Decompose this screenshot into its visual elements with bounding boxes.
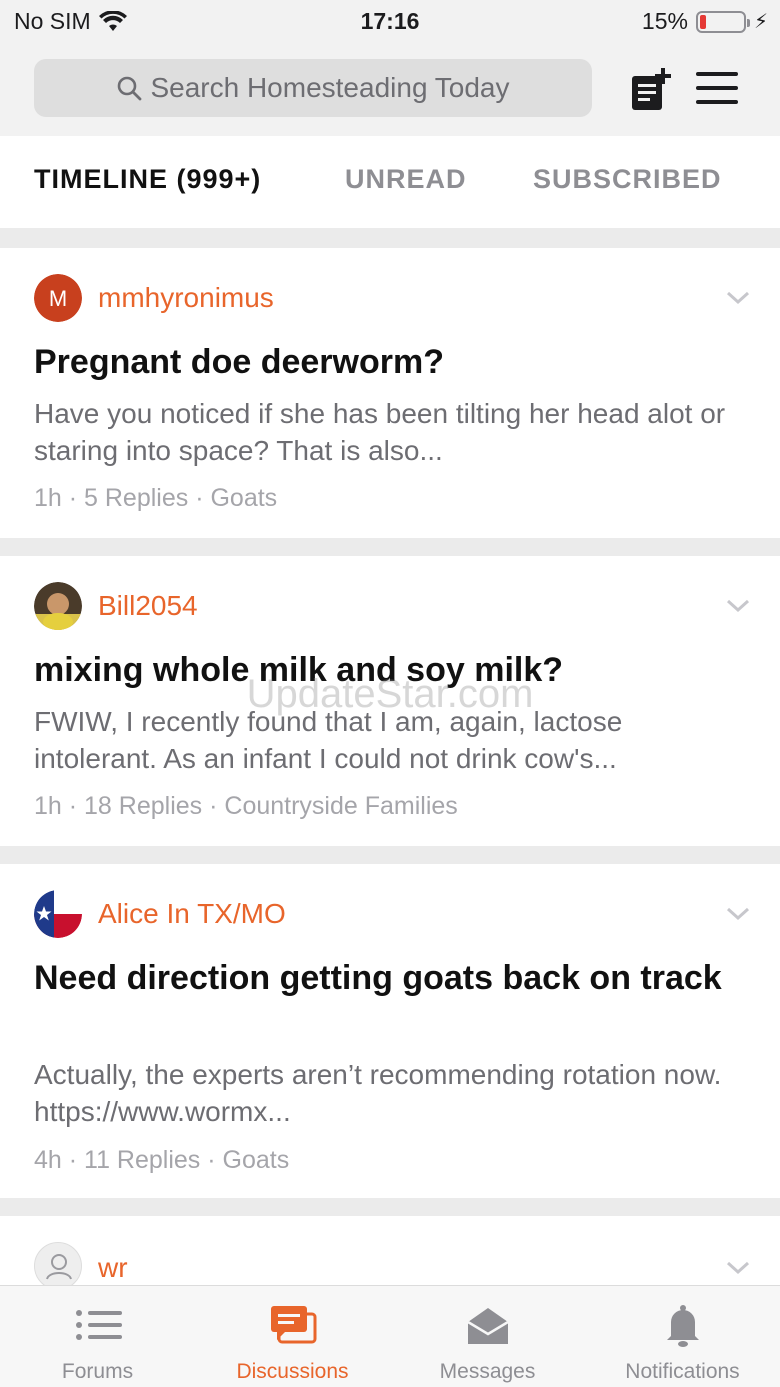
avatar[interactable] xyxy=(34,582,82,630)
charging-icon: ⚡︎ xyxy=(753,11,768,33)
menu-bar xyxy=(696,100,738,104)
avatar[interactable]: M xyxy=(34,274,82,322)
nav-label: Forums xyxy=(61,1360,134,1383)
search-icon xyxy=(118,76,142,101)
post-title[interactable]: Pregnant doe deerworm? xyxy=(34,340,744,384)
post-meta: 1h · 18 Replies · Countryside Families xyxy=(34,792,458,820)
status-bar: No SIM 17:16 15% ⚡︎ xyxy=(0,0,780,44)
tab-subscribed[interactable]: SUBSCRIBED xyxy=(533,164,722,195)
status-right: 15% ⚡︎ xyxy=(642,8,768,35)
tab-discussions[interactable]: Discussions xyxy=(195,1286,390,1387)
search-placeholder: Search Homesteading Today xyxy=(150,72,510,103)
avatar-letter: M xyxy=(49,286,67,311)
tab-unread[interactable]: UNREAD xyxy=(345,164,467,195)
nav-label: Discussions xyxy=(236,1360,349,1383)
post-time: 1h xyxy=(34,792,62,820)
post-card[interactable]: wr xyxy=(0,1216,780,1290)
battery-fill xyxy=(699,14,707,29)
chevron-down-icon[interactable] xyxy=(726,598,750,614)
avatar[interactable] xyxy=(34,1242,82,1290)
divider xyxy=(0,1198,780,1216)
menu-bar xyxy=(696,86,738,90)
post-excerpt: Have you noticed if she has been tilting… xyxy=(34,398,726,466)
new-post-icon[interactable] xyxy=(630,66,672,112)
nav-label: Notifications xyxy=(625,1360,740,1383)
tab-bar: TIMELINE (999+) UNREAD SUBSCRIBED xyxy=(0,136,780,228)
tab-notifications[interactable]: Notifications xyxy=(585,1286,780,1387)
avatar[interactable] xyxy=(34,890,82,938)
menu-icon[interactable] xyxy=(696,72,738,104)
post-time: 1h xyxy=(34,484,62,512)
chevron-down-icon[interactable] xyxy=(726,906,750,922)
divider xyxy=(0,538,780,556)
post-meta: 4h · 11 Replies · Goats xyxy=(34,1146,290,1174)
divider xyxy=(0,228,780,248)
list-icon xyxy=(76,1310,122,1340)
post-author[interactable]: Bill2054 xyxy=(98,590,198,622)
post-replies: 18 Replies xyxy=(84,792,203,820)
post-title[interactable]: mixing whole milk and soy milk? xyxy=(34,648,744,692)
post-card[interactable]: M mmhyronimus Pregnant doe deerworm? Hav… xyxy=(0,248,780,538)
nav-label: Messages xyxy=(439,1360,536,1383)
battery-percent: 15% xyxy=(641,8,688,34)
post-card[interactable]: Bill2054 mixing whole milk and soy milk?… xyxy=(0,556,780,846)
tab-timeline[interactable]: TIMELINE (999+) xyxy=(34,164,261,195)
tab-messages[interactable]: Messages xyxy=(390,1286,585,1387)
app-header: Search Homesteading Today xyxy=(0,44,780,136)
post-author[interactable]: Alice In TX/MO xyxy=(98,898,286,930)
discussions-icon xyxy=(271,1306,317,1344)
menu-bar xyxy=(696,72,738,76)
battery-icon xyxy=(695,10,750,33)
default-user-icon xyxy=(46,1254,72,1280)
post-excerpt: Actually, the experts aren’t recommendin… xyxy=(34,1059,737,1127)
post-replies: 5 Replies xyxy=(84,484,189,512)
post-forum[interactable]: Goats xyxy=(210,484,277,512)
post-excerpt: FWIW, I recently found that I am, again,… xyxy=(34,706,623,774)
search-input[interactable]: Search Homesteading Today xyxy=(34,59,592,117)
post-author[interactable]: mmhyronimus xyxy=(98,282,274,314)
post-forum[interactable]: Goats xyxy=(223,1146,290,1174)
post-forum[interactable]: Countryside Families xyxy=(224,792,457,820)
divider xyxy=(0,846,780,864)
post-meta: 1h · 5 Replies · Goats xyxy=(34,484,278,512)
chevron-down-icon[interactable] xyxy=(726,1260,750,1276)
post-author[interactable]: wr xyxy=(98,1252,128,1284)
post-replies: 11 Replies xyxy=(84,1146,201,1174)
post-card[interactable]: Alice In TX/MO Need direction getting go… xyxy=(0,864,780,1198)
envelope-icon xyxy=(467,1308,509,1344)
texas-flag-icon xyxy=(34,890,82,938)
bell-icon xyxy=(667,1305,699,1347)
post-title[interactable]: Need direction getting goats back on tra… xyxy=(34,956,744,1000)
post-time: 4h xyxy=(34,1146,62,1174)
tab-forums[interactable]: Forums xyxy=(0,1286,195,1387)
chevron-down-icon[interactable] xyxy=(726,290,750,306)
bottom-tab-bar: Forums Discussions Messages Notification… xyxy=(0,1285,780,1387)
